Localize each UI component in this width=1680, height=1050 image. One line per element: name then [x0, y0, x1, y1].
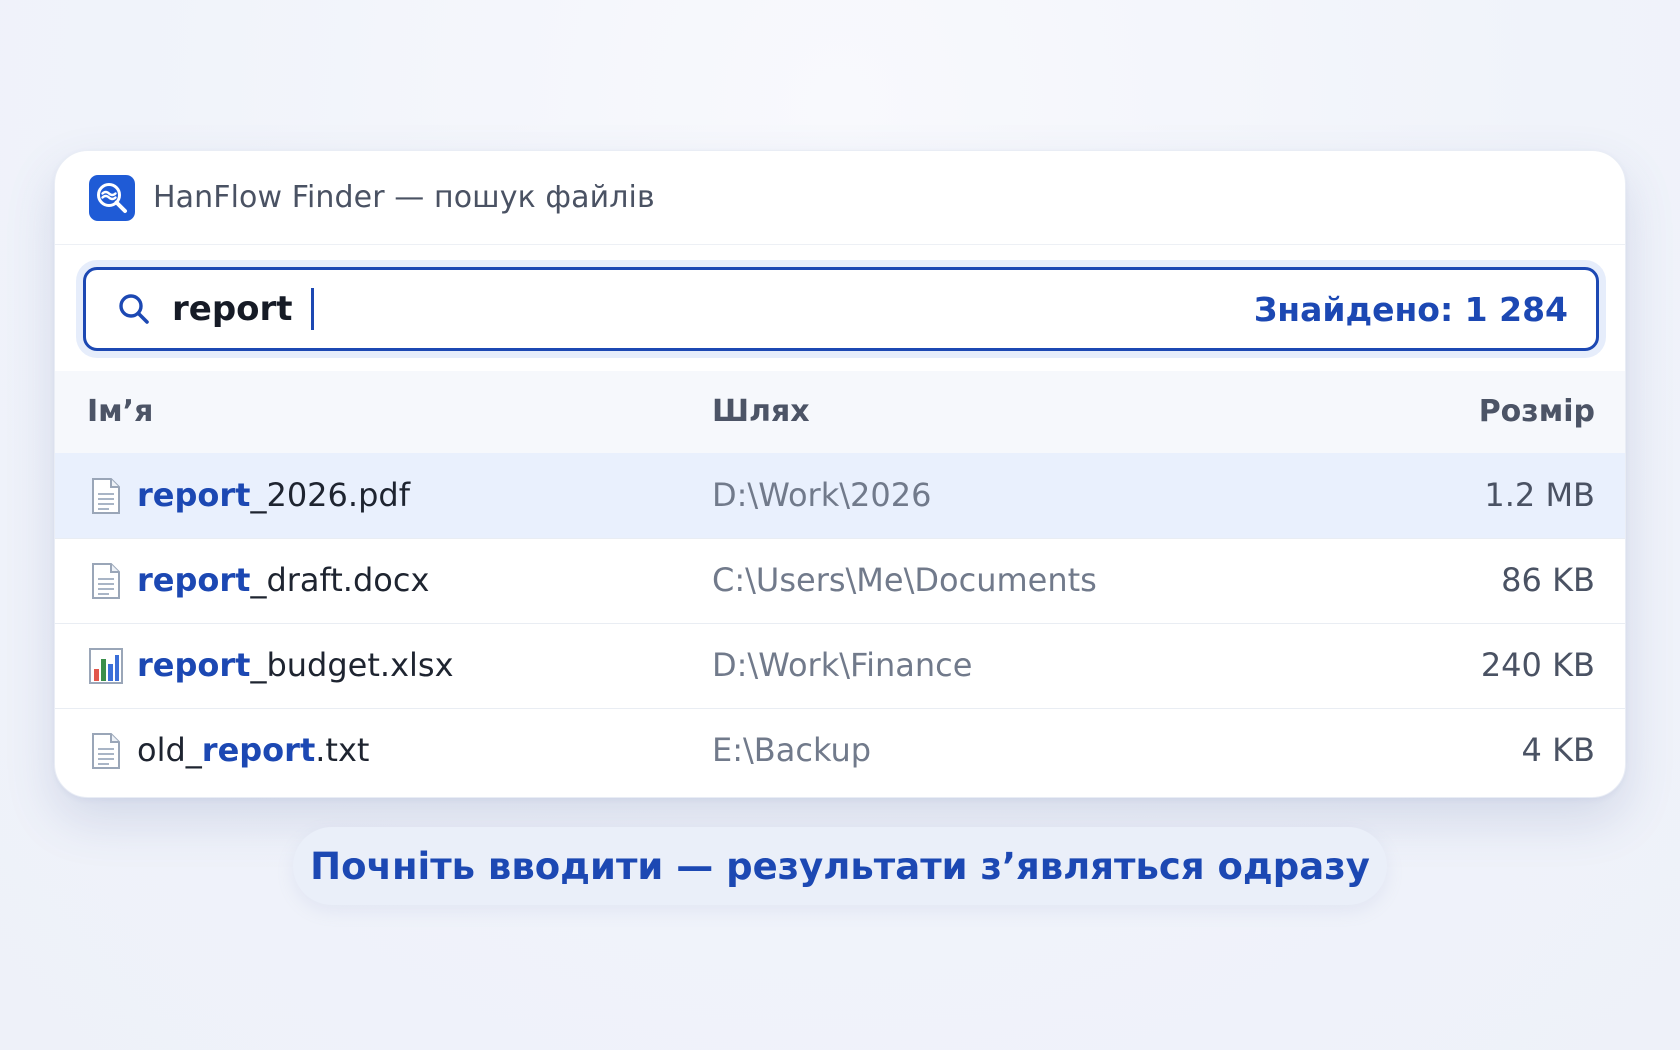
file-name-suffix: _budget.xlsx	[250, 646, 454, 684]
file-name-match: report	[137, 561, 251, 599]
file-name: report_2026.pdf	[137, 453, 410, 538]
file-name: report_budget.xlsx	[137, 623, 454, 708]
title-bar: HanFlow Finder — пошук файлів	[55, 151, 1625, 245]
file-name: report_draft.docx	[137, 538, 429, 623]
file-name-suffix: _2026.pdf	[250, 476, 410, 514]
hint-text: Почніть вводити — результати з’являться …	[310, 844, 1370, 888]
file-name: old_report.txt	[137, 708, 369, 793]
file-path: D:\Work\Finance	[712, 646, 973, 684]
file-size: 86 KB	[1501, 561, 1595, 599]
file-name-match: report	[201, 731, 316, 769]
file-size: 1.2 MB	[1484, 476, 1595, 514]
table-header: Ім’я Шлях Розмір	[55, 371, 1625, 453]
file-size: 240 KB	[1480, 646, 1595, 684]
file-name-suffix: _draft.docx	[250, 561, 430, 599]
search-icon	[116, 291, 152, 327]
file-path: E:\Backup	[712, 731, 872, 769]
document-icon	[87, 475, 125, 517]
file-name-match: report	[137, 476, 251, 514]
document-icon	[87, 560, 125, 602]
window-title: HanFlow Finder — пошук файлів	[153, 180, 655, 215]
hint-banner: Почніть вводити — результати з’являться …	[293, 827, 1387, 905]
table-row[interactable]: report_draft.docx C:\Users\Me\Documents 86…	[55, 538, 1625, 624]
file-name-cell: report_budget.xlsx	[87, 623, 454, 708]
file-size: 4 KB	[1521, 731, 1595, 769]
bar-chart-icon	[87, 645, 125, 687]
table-row[interactable]: report_2026.pdf D:\Work\2026 1.2 MB	[55, 453, 1625, 539]
file-name-match: report	[137, 646, 251, 684]
file-name-cell: report_draft.docx	[87, 538, 429, 623]
file-path: C:\Users\Me\Documents	[712, 561, 1097, 599]
finder-window: HanFlow Finder — пошук файлів report Зна…	[54, 150, 1626, 798]
file-name-prefix: old_	[137, 731, 202, 769]
file-name-cell: report_2026.pdf	[87, 453, 410, 538]
column-header-size[interactable]: Розмір	[1479, 371, 1595, 453]
file-name-cell: old_report.txt	[87, 708, 369, 793]
search-query[interactable]: report	[172, 289, 293, 329]
file-path: D:\Work\2026	[712, 476, 932, 514]
document-icon	[87, 730, 125, 772]
file-name-suffix: .txt	[315, 731, 370, 769]
results-count: Знайдено: 1 284	[1253, 289, 1568, 329]
search-input[interactable]: report Знайдено: 1 284	[83, 267, 1599, 351]
table-row[interactable]: report_budget.xlsx D:\Work\Finance 240 KB	[55, 623, 1625, 709]
table-row[interactable]: old_report.txt E:\Backup 4 KB	[55, 708, 1625, 793]
column-header-path[interactable]: Шлях	[712, 371, 810, 453]
text-caret	[310, 288, 314, 330]
column-header-name[interactable]: Ім’я	[87, 371, 153, 453]
magnifier-wave-icon	[89, 174, 135, 221]
